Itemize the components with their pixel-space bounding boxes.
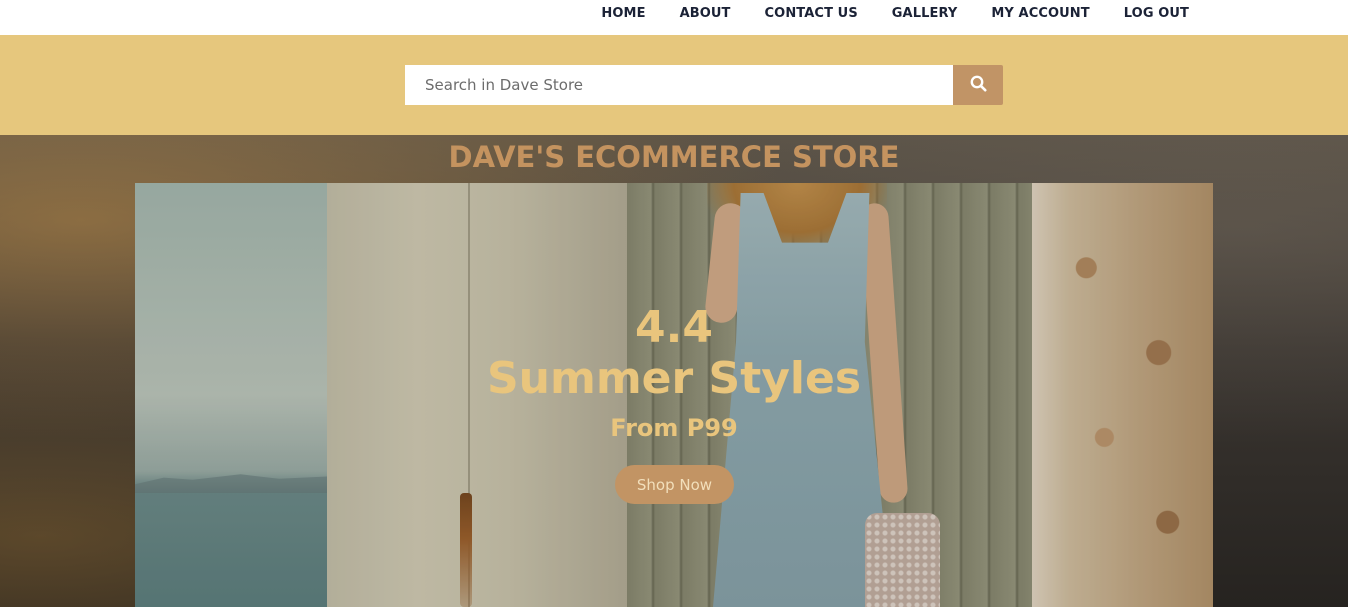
top-navbar: HOME ABOUT CONTACT US GALLERY MY ACCOUNT… <box>0 0 1348 35</box>
nav-my-account-link[interactable]: MY ACCOUNT <box>991 6 1089 21</box>
shop-now-button[interactable]: Shop Now <box>615 465 734 504</box>
search-button[interactable] <box>953 65 1003 105</box>
nav-gallery-link[interactable]: GALLERY <box>892 6 958 21</box>
promo-date: 4.4 <box>635 302 713 353</box>
search-bar-section <box>0 35 1348 135</box>
promo-headline: Summer Styles <box>486 353 862 404</box>
promo-price: From P99 <box>610 414 738 442</box>
nav-home-link[interactable]: HOME <box>601 6 645 21</box>
main-nav: HOME ABOUT CONTACT US GALLERY MY ACCOUNT… <box>601 0 1189 27</box>
store-title: DAVE'S ECOMMERCE STORE <box>448 140 900 174</box>
search-input[interactable] <box>405 65 953 105</box>
nav-log-out-link[interactable]: LOG OUT <box>1124 6 1189 21</box>
nav-about-link[interactable]: ABOUT <box>680 6 731 21</box>
nav-contact-us-link[interactable]: CONTACT US <box>765 6 858 21</box>
search-icon <box>970 75 987 95</box>
